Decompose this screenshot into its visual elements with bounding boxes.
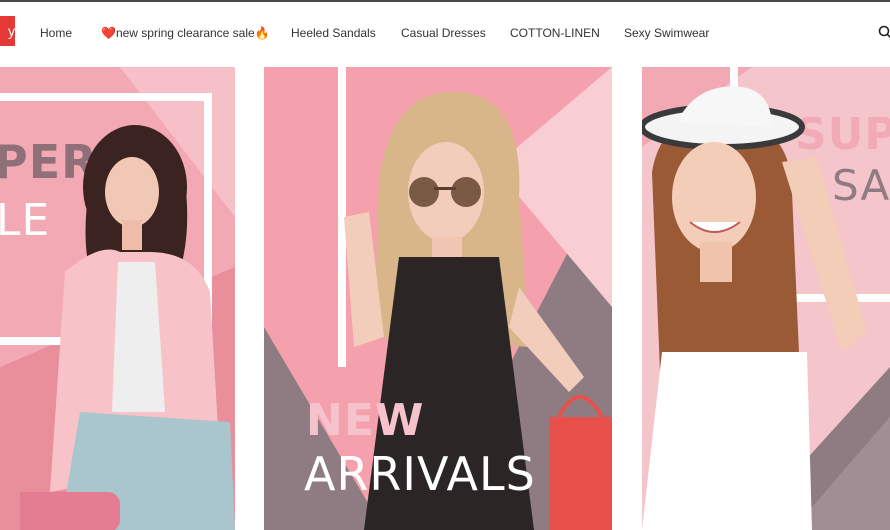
nav-item-spring-clearance-sale[interactable]: ❤️new spring clearance sale🔥 [101,26,270,40]
banner-title-line2: ARRIVALS [304,447,536,501]
promo-banner-new-arrivals[interactable]: NEW ARRIVALS [264,67,612,530]
banner-title-line1: NEW [306,395,425,446]
store-logo[interactable]: y [0,16,15,46]
nav-item-heeled-sandals[interactable]: Heeled Sandals [291,26,376,40]
top-navigation: y Home ❤️new spring clearance sale🔥 Heel… [0,2,890,66]
model-figure [20,125,235,530]
nav-item-casual-dresses[interactable]: Casual Dresses [401,26,486,40]
search-icon[interactable] [878,25,890,39]
nav-item-home[interactable]: Home [40,26,72,40]
logo-text: y [8,23,15,39]
model-figure [642,86,867,530]
nav-item-sexy-swimwear[interactable]: Sexy Swimwear [624,26,709,40]
promo-banner-super-sale-hat[interactable]: SUP SA [642,67,890,530]
promo-banner-super-sale[interactable]: PER LE [0,67,235,530]
nav-item-cotton-linen[interactable]: COTTON-LINEN [510,26,600,40]
